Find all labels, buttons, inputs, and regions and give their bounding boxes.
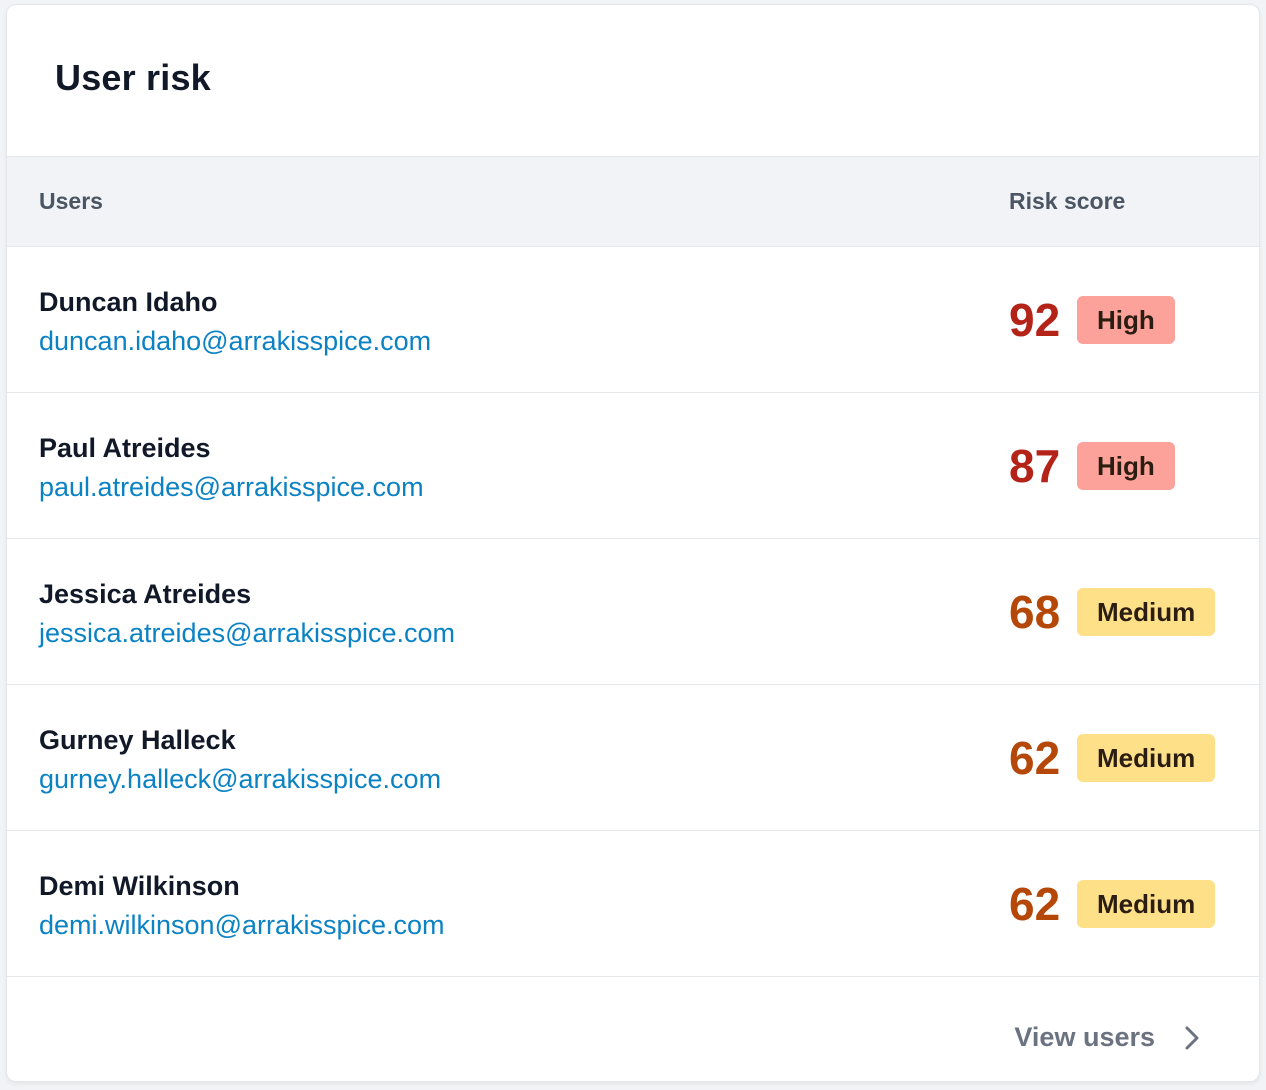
risk-score-value: 87 [1009,440,1061,492]
column-header-risk-score: Risk score [1009,188,1126,214]
user-name: Demi Wilkinson [39,871,240,901]
user-cell: Duncan Idaho duncan.idaho@arrakisspice.c… [39,283,431,361]
user-name: Gurney Halleck [39,725,236,755]
table-row: Jessica Atreides jessica.atreides@arraki… [7,539,1259,685]
risk-level-badge: Medium [1077,734,1216,782]
user-email-link[interactable]: gurney.halleck@arrakisspice.com [39,759,441,799]
user-email-link[interactable]: duncan.idaho@arrakisspice.com [39,321,431,361]
card-header: User risk [7,5,1259,157]
user-name: Jessica Atreides [39,579,252,609]
risk-score-cell: 62 Medium [1009,878,1216,930]
user-email-link[interactable]: jessica.atreides@arrakisspice.com [39,613,455,653]
user-email-link[interactable]: demi.wilkinson@arrakisspice.com [39,905,445,945]
user-risk-card: User risk Users Risk score Duncan Idaho … [6,4,1260,1082]
table-row: Duncan Idaho duncan.idaho@arrakisspice.c… [7,247,1259,393]
risk-score-value: 92 [1009,294,1061,346]
risk-level-badge: Medium [1077,588,1216,636]
user-cell: Gurney Halleck gurney.halleck@arrakisspi… [39,721,441,799]
risk-score-cell: 68 Medium [1009,586,1216,638]
user-name: Duncan Idaho [39,287,218,317]
column-header-users: Users [39,188,103,214]
user-cell: Paul Atreides paul.atreides@arrakisspice… [39,429,424,507]
risk-score-value: 62 [1009,732,1061,784]
user-cell: Jessica Atreides jessica.atreides@arraki… [39,575,455,653]
table-row: Demi Wilkinson demi.wilkinson@arrakisspi… [7,831,1259,977]
view-users-label: View users [1014,1022,1155,1052]
user-email-link[interactable]: paul.atreides@arrakisspice.com [39,467,424,507]
table-row: Gurney Halleck gurney.halleck@arrakisspi… [7,685,1259,831]
table-row: Paul Atreides paul.atreides@arrakisspice… [7,393,1259,539]
table-header: Users Risk score [7,157,1259,247]
risk-score-value: 68 [1009,586,1061,638]
view-users-link[interactable]: View users [1014,1022,1203,1053]
risk-score-cell: 87 High [1009,441,1175,491]
risk-level-badge: High [1077,442,1175,490]
risk-score-cell: 92 High [1009,295,1175,345]
user-cell: Demi Wilkinson demi.wilkinson@arrakisspi… [39,867,445,945]
risk-score-cell: 62 Medium [1009,732,1216,784]
risk-score-value: 62 [1009,878,1061,930]
risk-level-badge: Medium [1077,880,1216,928]
chevron-right-icon [1185,1026,1199,1049]
card-title: User risk [55,56,211,98]
risk-level-badge: High [1077,296,1175,344]
user-name: Paul Atreides [39,433,211,463]
